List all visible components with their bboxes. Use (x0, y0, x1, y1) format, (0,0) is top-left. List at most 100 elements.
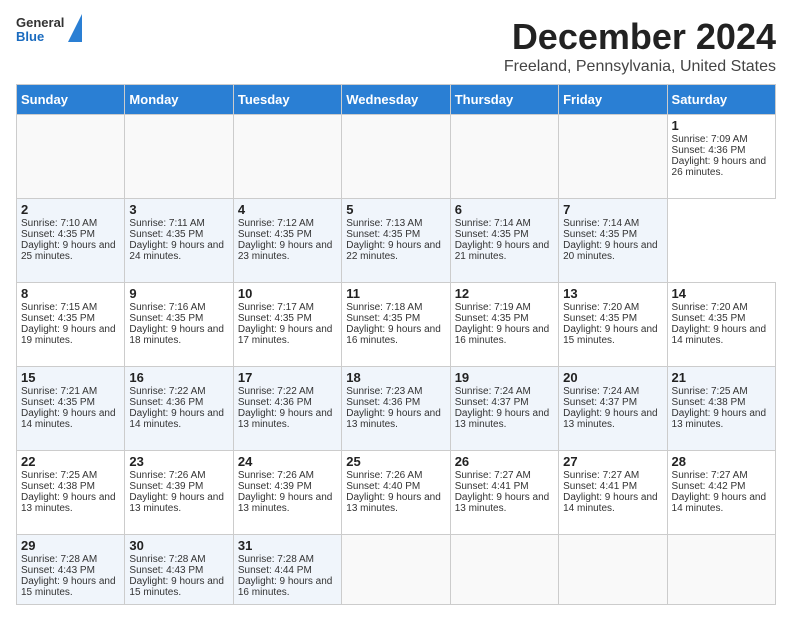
sunset-text: Sunset: 4:36 PM (129, 397, 203, 408)
day-number: 11 (346, 286, 445, 301)
sunset-text: Sunset: 4:44 PM (238, 565, 312, 576)
calendar-day-cell: 4 Sunrise: 7:12 AM Sunset: 4:35 PM Dayli… (233, 199, 341, 283)
daylight-text: Daylight: 9 hours and 15 minutes. (129, 576, 224, 598)
day-number: 24 (238, 454, 337, 469)
daylight-text: Daylight: 9 hours and 13 minutes. (346, 492, 441, 514)
day-number: 18 (346, 370, 445, 385)
calendar-day-cell: 16 Sunrise: 7:22 AM Sunset: 4:36 PM Dayl… (125, 367, 233, 451)
calendar-day-cell: 30 Sunrise: 7:28 AM Sunset: 4:43 PM Dayl… (125, 535, 233, 605)
sunset-text: Sunset: 4:35 PM (21, 229, 95, 240)
sunrise-text: Sunrise: 7:15 AM (21, 302, 97, 313)
sunset-text: Sunset: 4:35 PM (21, 313, 95, 324)
sunrise-text: Sunrise: 7:10 AM (21, 218, 97, 229)
sunset-text: Sunset: 4:37 PM (563, 397, 637, 408)
sunrise-text: Sunrise: 7:28 AM (21, 554, 97, 565)
day-number: 12 (455, 286, 554, 301)
daylight-text: Daylight: 9 hours and 26 minutes. (672, 156, 767, 178)
day-number: 28 (672, 454, 771, 469)
daylight-text: Daylight: 9 hours and 15 minutes. (563, 324, 658, 346)
page-header: General Blue December 2024 Freeland, Pen… (16, 16, 776, 76)
calendar-day-cell: 24 Sunrise: 7:26 AM Sunset: 4:39 PM Dayl… (233, 451, 341, 535)
daylight-text: Daylight: 9 hours and 20 minutes. (563, 240, 658, 262)
sunrise-text: Sunrise: 7:21 AM (21, 386, 97, 397)
calendar-table: SundayMondayTuesdayWednesdayThursdayFrid… (16, 84, 776, 605)
daylight-text: Daylight: 9 hours and 13 minutes. (563, 408, 658, 430)
sunrise-text: Sunrise: 7:18 AM (346, 302, 422, 313)
day-number: 30 (129, 538, 228, 553)
calendar-day-cell: 26 Sunrise: 7:27 AM Sunset: 4:41 PM Dayl… (450, 451, 558, 535)
sunrise-text: Sunrise: 7:24 AM (563, 386, 639, 397)
calendar-week-row: 1 Sunrise: 7:09 AM Sunset: 4:36 PM Dayli… (17, 115, 776, 199)
day-number: 10 (238, 286, 337, 301)
sunset-text: Sunset: 4:35 PM (346, 313, 420, 324)
sunrise-text: Sunrise: 7:16 AM (129, 302, 205, 313)
calendar-day-cell: 22 Sunrise: 7:25 AM Sunset: 4:38 PM Dayl… (17, 451, 125, 535)
daylight-text: Daylight: 9 hours and 14 minutes. (129, 408, 224, 430)
sunrise-text: Sunrise: 7:27 AM (672, 470, 748, 481)
daylight-text: Daylight: 9 hours and 14 minutes. (21, 408, 116, 430)
daylight-text: Daylight: 9 hours and 13 minutes. (455, 408, 550, 430)
sunrise-text: Sunrise: 7:26 AM (346, 470, 422, 481)
daylight-text: Daylight: 9 hours and 25 minutes. (21, 240, 116, 262)
sunset-text: Sunset: 4:35 PM (21, 397, 95, 408)
day-number: 31 (238, 538, 337, 553)
day-number: 27 (563, 454, 662, 469)
calendar-week-row: 29 Sunrise: 7:28 AM Sunset: 4:43 PM Dayl… (17, 535, 776, 605)
daylight-text: Daylight: 9 hours and 13 minutes. (455, 492, 550, 514)
sunrise-text: Sunrise: 7:14 AM (455, 218, 531, 229)
sunset-text: Sunset: 4:37 PM (455, 397, 529, 408)
sunset-text: Sunset: 4:39 PM (238, 481, 312, 492)
sunset-text: Sunset: 4:39 PM (129, 481, 203, 492)
sunrise-text: Sunrise: 7:22 AM (129, 386, 205, 397)
calendar-day-cell: 3 Sunrise: 7:11 AM Sunset: 4:35 PM Dayli… (125, 199, 233, 283)
sunset-text: Sunset: 4:36 PM (346, 397, 420, 408)
day-number: 26 (455, 454, 554, 469)
sunset-text: Sunset: 4:43 PM (21, 565, 95, 576)
day-number: 2 (21, 202, 120, 217)
empty-cell (450, 115, 558, 199)
sunset-text: Sunset: 4:35 PM (129, 313, 203, 324)
logo: General Blue (16, 16, 82, 45)
title-area: December 2024 Freeland, Pennsylvania, Un… (504, 16, 776, 76)
sunrise-text: Sunrise: 7:14 AM (563, 218, 639, 229)
sunset-text: Sunset: 4:36 PM (238, 397, 312, 408)
calendar-day-cell: 5 Sunrise: 7:13 AM Sunset: 4:35 PM Dayli… (342, 199, 450, 283)
sunrise-text: Sunrise: 7:28 AM (129, 554, 205, 565)
sunset-text: Sunset: 4:35 PM (238, 229, 312, 240)
calendar-day-cell: 2 Sunrise: 7:10 AM Sunset: 4:35 PM Dayli… (17, 199, 125, 283)
daylight-text: Daylight: 9 hours and 13 minutes. (129, 492, 224, 514)
sunset-text: Sunset: 4:35 PM (238, 313, 312, 324)
calendar-day-cell: 1 Sunrise: 7:09 AM Sunset: 4:36 PM Dayli… (667, 115, 775, 199)
sunrise-text: Sunrise: 7:19 AM (455, 302, 531, 313)
sunset-text: Sunset: 4:35 PM (563, 313, 637, 324)
sunrise-text: Sunrise: 7:24 AM (455, 386, 531, 397)
calendar-day-cell: 27 Sunrise: 7:27 AM Sunset: 4:41 PM Dayl… (559, 451, 667, 535)
day-number: 4 (238, 202, 337, 217)
sunrise-text: Sunrise: 7:11 AM (129, 218, 204, 229)
days-header-row: SundayMondayTuesdayWednesdayThursdayFrid… (17, 85, 776, 115)
calendar-day-cell: 10 Sunrise: 7:17 AM Sunset: 4:35 PM Dayl… (233, 283, 341, 367)
sunrise-text: Sunrise: 7:13 AM (346, 218, 422, 229)
daylight-text: Daylight: 9 hours and 13 minutes. (346, 408, 441, 430)
sunrise-text: Sunrise: 7:20 AM (672, 302, 748, 313)
calendar-day-cell: 9 Sunrise: 7:16 AM Sunset: 4:35 PM Dayli… (125, 283, 233, 367)
calendar-week-row: 15 Sunrise: 7:21 AM Sunset: 4:35 PM Dayl… (17, 367, 776, 451)
day-header-wednesday: Wednesday (342, 85, 450, 115)
daylight-text: Daylight: 9 hours and 18 minutes. (129, 324, 224, 346)
sunset-text: Sunset: 4:42 PM (672, 481, 746, 492)
calendar-day-cell: 13 Sunrise: 7:20 AM Sunset: 4:35 PM Dayl… (559, 283, 667, 367)
sunrise-text: Sunrise: 7:25 AM (21, 470, 97, 481)
daylight-text: Daylight: 9 hours and 19 minutes. (21, 324, 116, 346)
sunset-text: Sunset: 4:35 PM (346, 229, 420, 240)
sunrise-text: Sunrise: 7:17 AM (238, 302, 314, 313)
day-header-monday: Monday (125, 85, 233, 115)
calendar-day-cell: 15 Sunrise: 7:21 AM Sunset: 4:35 PM Dayl… (17, 367, 125, 451)
sunrise-text: Sunrise: 7:27 AM (563, 470, 639, 481)
empty-cell (17, 115, 125, 199)
day-number: 13 (563, 286, 662, 301)
location-subtitle: Freeland, Pennsylvania, United States (504, 58, 776, 76)
day-number: 14 (672, 286, 771, 301)
month-title: December 2024 (504, 16, 776, 58)
daylight-text: Daylight: 9 hours and 13 minutes. (672, 408, 767, 430)
day-number: 19 (455, 370, 554, 385)
